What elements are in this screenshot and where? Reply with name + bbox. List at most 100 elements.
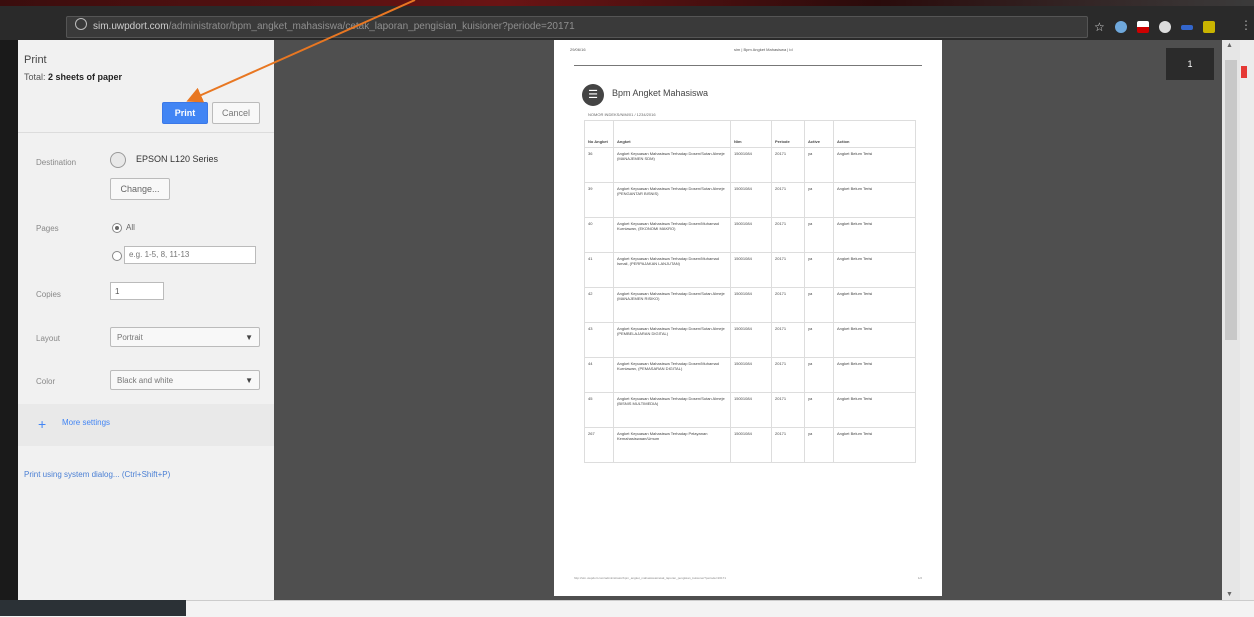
cell-active: ya bbox=[804, 252, 834, 288]
star-icon[interactable]: ☆ bbox=[1094, 20, 1105, 34]
scroll-down-icon[interactable]: ▼ bbox=[1226, 591, 1233, 598]
plus-icon: + bbox=[38, 416, 47, 432]
preview-scrollbar[interactable]: ▲ ▼ bbox=[1222, 40, 1240, 600]
page-footer-number: 1/2 bbox=[917, 576, 922, 580]
cell-periode: 20171 bbox=[771, 182, 805, 218]
pages-custom-radio[interactable] bbox=[112, 251, 122, 261]
scroll-thumb[interactable] bbox=[1225, 60, 1237, 340]
document-subtitle: NOMOR INDEKS/NIM/01 / 1234/2016 bbox=[588, 112, 656, 117]
cell-action: Angket Belum Terisi bbox=[833, 392, 916, 428]
address-bar[interactable]: sim.uwpdort.com/administrator/bpm_angket… bbox=[66, 16, 1088, 38]
cell-action: Angket Belum Terisi bbox=[833, 322, 916, 358]
more-settings-label: More settings bbox=[62, 418, 111, 427]
destination-label: Destination bbox=[36, 158, 77, 167]
cell-nim: 15001084 bbox=[730, 357, 772, 393]
document-title: Bpm Angket Mahasiswa bbox=[612, 88, 709, 98]
cell-angket: Angket Kepuasan Mahasiswa Terhadap Dosen… bbox=[613, 252, 731, 288]
page-background-left bbox=[0, 40, 18, 600]
cell-nim: 15001084 bbox=[730, 287, 772, 323]
extension-flag-icon[interactable] bbox=[1136, 21, 1149, 33]
layout-select[interactable]: Portrait ▼ bbox=[110, 327, 260, 347]
change-destination-button[interactable]: Change... bbox=[110, 178, 170, 200]
column-header: Angket bbox=[613, 120, 731, 148]
color-value: Black and white bbox=[117, 376, 174, 385]
table-row: 267 Angket Kepuasan Mahasiswa Terhadap Pe… bbox=[584, 427, 916, 463]
preview-page: 29/06/16 sim | Bpm Angket Mahasiswa | id… bbox=[554, 40, 942, 596]
table-row: 39 Angket Kepuasan Mahasiswa Terhadap Dos… bbox=[584, 182, 916, 218]
pages-label: Pages bbox=[36, 224, 59, 233]
table-header-row: No Angket Angket Nim Periode Active Action bbox=[584, 120, 916, 148]
cell-action: Angket Belum Terisi bbox=[833, 147, 916, 183]
tab-strip bbox=[0, 0, 1254, 6]
header-rule bbox=[574, 65, 922, 66]
cell-angket: Angket Kepuasan Mahasiswa Terhadap Dosen… bbox=[613, 322, 731, 358]
table-row: 45 Angket Kepuasan Mahasiswa Terhadap Dos… bbox=[584, 392, 916, 428]
info-icon[interactable] bbox=[75, 18, 87, 30]
pages-all-radio[interactable] bbox=[112, 223, 122, 233]
cell-periode: 20171 bbox=[771, 427, 805, 463]
print-title: Print bbox=[24, 54, 47, 66]
cell-no: 40 bbox=[584, 217, 614, 253]
print-settings-panel: Print Total: 2 sheets of paper Print Can… bbox=[18, 40, 275, 600]
extension-gear-icon[interactable] bbox=[1158, 21, 1171, 33]
status-bar bbox=[0, 600, 1254, 617]
sheet-total: Total: 2 sheets of paper bbox=[24, 72, 123, 82]
table-row: 43 Angket Kepuasan Mahasiswa Terhadap Dos… bbox=[584, 322, 916, 358]
page-header-date: 29/06/16 bbox=[570, 47, 586, 52]
cell-angket: Angket Kepuasan Mahasiswa Terhadap Dosen… bbox=[613, 357, 731, 393]
data-table: No Angket Angket Nim Periode Active Action 36… bbox=[584, 120, 916, 463]
menu-icon[interactable]: ⋮ bbox=[1240, 18, 1252, 32]
cell-nim: 15001084 bbox=[730, 252, 772, 288]
cell-nim: 15001084 bbox=[730, 182, 772, 218]
column-header: Action bbox=[833, 120, 916, 148]
url-host: sim.uwpdort.com bbox=[93, 21, 169, 32]
column-header: No Angket bbox=[584, 120, 614, 148]
cell-nim: 15001084 bbox=[730, 147, 772, 183]
page-header-title: sim | Bpm Angket Mahasiswa | id bbox=[734, 47, 793, 52]
cell-no: 42 bbox=[584, 287, 614, 323]
pages-range-input[interactable] bbox=[124, 246, 256, 264]
cell-periode: 20171 bbox=[771, 322, 805, 358]
table-row: 44 Angket Kepuasan Mahasiswa Terhadap Dos… bbox=[584, 357, 916, 393]
color-label: Color bbox=[36, 377, 56, 386]
scroll-up-icon[interactable]: ▲ bbox=[1226, 42, 1233, 49]
cell-no: 39 bbox=[584, 182, 614, 218]
cell-active: ya bbox=[804, 322, 834, 358]
more-settings-toggle[interactable]: + More settings bbox=[18, 404, 274, 446]
system-dialog-link[interactable]: Print using system dialog... (Ctrl+Shift… bbox=[24, 470, 170, 479]
browser-toolbar: sim.uwpdort.com/administrator/bpm_angket… bbox=[0, 0, 1254, 40]
column-header: Periode bbox=[771, 120, 805, 148]
cell-action: Angket Belum Terisi bbox=[833, 217, 916, 253]
print-button[interactable]: Print bbox=[162, 102, 208, 124]
layout-value: Portrait bbox=[117, 333, 143, 342]
pages-all-label: All bbox=[126, 223, 135, 232]
extension-blue-icon[interactable] bbox=[1114, 21, 1127, 33]
cell-no: 41 bbox=[584, 252, 614, 288]
cell-active: ya bbox=[804, 147, 834, 183]
cell-action: Angket Belum Terisi bbox=[833, 252, 916, 288]
extension-yellow-icon[interactable] bbox=[1202, 21, 1215, 33]
dropdown-caret-icon: ▼ bbox=[245, 333, 253, 342]
color-select[interactable]: Black and white ▼ bbox=[110, 370, 260, 390]
page-background-right bbox=[1240, 40, 1254, 600]
cell-angket: Angket Kepuasan Mahasiswa Terhadap Pelay… bbox=[613, 427, 731, 463]
destination-value: EPSON L120 Series bbox=[136, 154, 219, 164]
copies-label: Copies bbox=[36, 290, 61, 299]
copies-input[interactable]: 1 bbox=[110, 282, 164, 300]
cell-active: ya bbox=[804, 287, 834, 323]
cell-nim: 15001084 bbox=[730, 427, 772, 463]
cell-nim: 15001084 bbox=[730, 392, 772, 428]
url-path: /administrator/bpm_angket_mahasiswa/ceta… bbox=[168, 21, 575, 32]
page-footer-url: http://sim.uwpdort.com/administrator/bpm… bbox=[574, 576, 727, 580]
red-marker bbox=[1241, 66, 1247, 78]
table-body: 36 Angket Kepuasan Mahasiswa Terhadap Dos… bbox=[584, 147, 916, 463]
cell-action: Angket Belum Terisi bbox=[833, 182, 916, 218]
extension-icons: ☆ bbox=[1094, 18, 1215, 36]
cancel-button[interactable]: Cancel bbox=[212, 102, 260, 124]
print-preview-area: 29/06/16 sim | Bpm Angket Mahasiswa | id… bbox=[274, 40, 1222, 600]
table-row: 41 Angket Kepuasan Mahasiswa Terhadap Dos… bbox=[584, 252, 916, 288]
extension-bar-icon[interactable] bbox=[1180, 24, 1193, 30]
printer-icon bbox=[110, 152, 126, 168]
table-row: 36 Angket Kepuasan Mahasiswa Terhadap Dos… bbox=[584, 147, 916, 183]
column-header: Active bbox=[804, 120, 834, 148]
